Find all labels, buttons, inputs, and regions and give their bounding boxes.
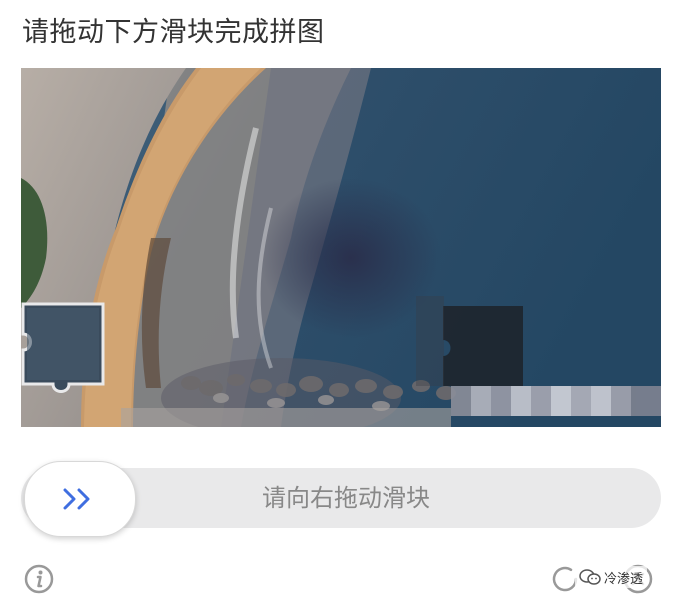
double-chevron-right-icon bbox=[63, 488, 90, 510]
wechat-logo-icon bbox=[579, 569, 601, 585]
puzzle-image-area bbox=[21, 68, 661, 427]
captcha-title: 请拖动下方滑块完成拼图 bbox=[22, 17, 325, 48]
captcha-dialog: 请拖动下方滑块完成拼图 请向右拖动滑块 冷渗透 bbox=[0, 0, 674, 604]
watermark: 冷渗透 bbox=[575, 566, 648, 588]
info-icon[interactable] bbox=[24, 564, 54, 594]
coastline-photo bbox=[21, 68, 661, 427]
watermark-text: 冷渗透 bbox=[604, 571, 644, 587]
puzzle-piece[interactable] bbox=[21, 302, 105, 393]
slider-handle[interactable] bbox=[24, 461, 136, 537]
